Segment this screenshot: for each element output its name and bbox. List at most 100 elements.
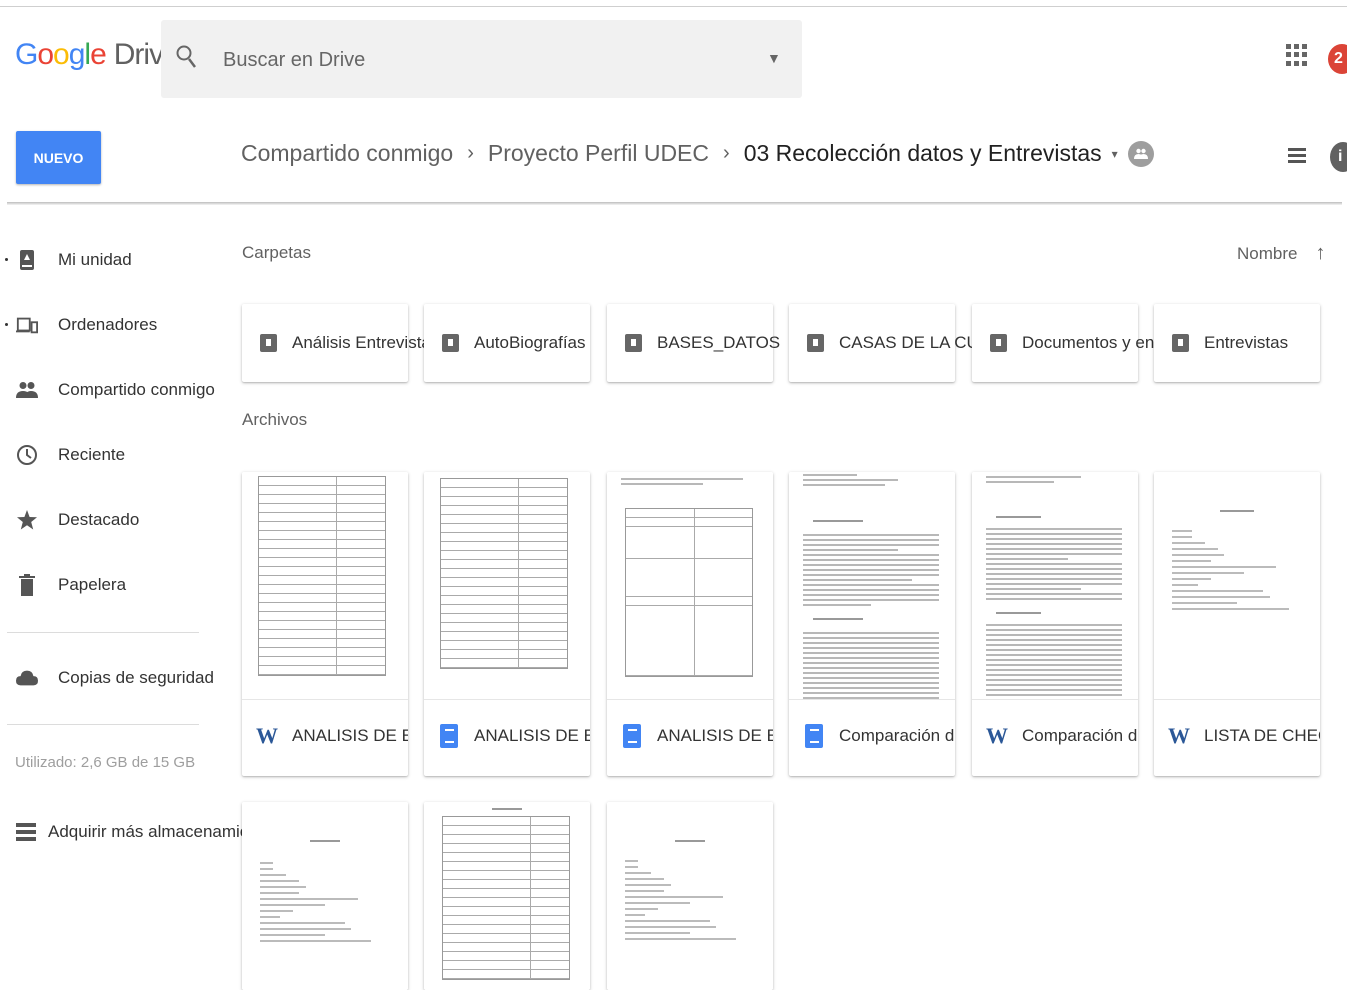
sidebar-item-label: Ordenadores [58, 315, 158, 334]
drive-icon [16, 249, 38, 271]
file-card[interactable]: W Comparación de D... [972, 472, 1138, 776]
computers-icon [16, 314, 38, 336]
file-card[interactable]: ANALISIS DE ENT... [607, 472, 773, 776]
folder-card[interactable]: Análisis Entrevista... [242, 304, 445, 382]
file-thumbnail [242, 472, 408, 700]
file-card[interactable]: Comparación de D... [789, 472, 955, 776]
sidebar-item-label: Mi unidad [58, 250, 132, 269]
sidebar-item-copias[interactable]: Copias de seguridad [0, 658, 214, 698]
file-thumbnail [424, 802, 590, 990]
file-card[interactable] [424, 802, 590, 990]
people-icon [16, 379, 38, 401]
apps-grid-icon[interactable] [1286, 44, 1308, 66]
file-thumbnail [424, 472, 590, 700]
file-name: LISTA DE CHEQUE... [1204, 726, 1320, 745]
file-name: Comparación de D... [839, 726, 955, 745]
file-thumbnail [607, 802, 773, 990]
info-icon[interactable]: i [1330, 142, 1347, 172]
folder-name: Entrevistas [1204, 333, 1289, 352]
logo-letter: G [15, 38, 38, 71]
sidebar-divider [7, 632, 199, 633]
sort-by-name[interactable]: Nombre ↑ [1237, 242, 1325, 265]
clock-icon [16, 444, 38, 466]
shared-folder-icon[interactable] [1127, 140, 1154, 167]
header-divider [7, 202, 1342, 205]
top-border [0, 6, 1347, 7]
sidebar-item-label: Compartido conmigo [58, 380, 215, 399]
file-card[interactable] [607, 802, 773, 990]
logo-letter: o [37, 38, 54, 71]
file-name: ANALISIS DE ENT... [657, 726, 773, 745]
breadcrumb-separator: › [723, 142, 730, 164]
folder-card[interactable]: CASAS DE LA CUL... [789, 304, 1002, 382]
word-file-icon: W [256, 723, 278, 748]
list-view-icon[interactable] [1288, 148, 1306, 166]
file-name: ANALISIS DE ENT... [292, 726, 408, 745]
search-options-dropdown[interactable]: ▼ [767, 50, 781, 66]
folder-card[interactable]: AutoBiografías [424, 304, 590, 382]
buy-storage-link[interactable]: Adquirir más almacenamiento [16, 822, 273, 842]
shared-folder-icon [1172, 334, 1189, 352]
cloud-icon [16, 667, 38, 689]
notifications-badge[interactable]: 2 [1328, 44, 1347, 74]
breadcrumb-item[interactable]: Compartido conmigo [241, 140, 453, 167]
file-thumbnail [789, 472, 955, 700]
sidebar-divider [7, 724, 199, 725]
google-doc-icon [623, 724, 641, 748]
logo-letter: g [68, 38, 86, 71]
file-card[interactable]: W LISTA DE CHEQUE... [1154, 472, 1320, 776]
logo-letter: e [90, 38, 107, 71]
file-name: Comparación de D... [1022, 726, 1138, 745]
folder-name: AutoBiografías [474, 333, 586, 352]
file-card[interactable]: ANALISIS DE ENT... [424, 472, 590, 776]
files-section-title: Archivos [242, 410, 308, 429]
shared-folder-icon [990, 334, 1007, 352]
sidebar-item-papelera[interactable]: Papelera [0, 565, 210, 605]
google-doc-icon [805, 724, 823, 748]
sidebar-item-ordenadores[interactable]: Ordenadores [0, 305, 210, 345]
file-card[interactable]: W ANALISIS DE ENT... [242, 472, 408, 776]
file-thumbnail [607, 472, 773, 700]
search-icon[interactable] [175, 44, 199, 70]
breadcrumb-separator: › [467, 142, 474, 164]
sort-arrow-up-icon[interactable]: ↑ [1315, 242, 1325, 265]
shared-folder-icon [807, 334, 824, 352]
sidebar-item-label: Destacado [58, 510, 140, 529]
logo-letter: o [53, 38, 70, 71]
word-file-icon: W [1168, 723, 1190, 748]
buy-storage-label: Adquirir más almacenamiento [48, 822, 273, 841]
folders-section-title: Carpetas [242, 243, 311, 262]
folder-card[interactable]: Entrevistas [1154, 304, 1320, 382]
storage-icon [16, 823, 36, 841]
sidebar-item-reciente[interactable]: Reciente [0, 435, 210, 475]
sort-label: Nombre [1237, 243, 1298, 263]
search-input[interactable] [223, 46, 743, 74]
star-icon [16, 509, 38, 531]
new-button[interactable]: NUEVO [16, 131, 101, 184]
sidebar-item-label: Copias de seguridad [58, 668, 214, 687]
shared-folder-icon [442, 334, 459, 352]
sidebar-item-label: Papelera [58, 575, 127, 594]
file-card[interactable] [242, 802, 408, 990]
file-thumbnail [242, 802, 408, 990]
breadcrumb: Compartido conmigo › Proyecto Perfil UDE… [241, 140, 1154, 167]
shared-folder-icon [260, 334, 277, 352]
sidebar-item-mi-unidad[interactable]: Mi unidad [0, 240, 210, 280]
folder-card[interactable]: BASES_DATOS [607, 304, 780, 382]
google-drive-logo[interactable]: Google Drive [15, 38, 180, 72]
trash-icon [16, 574, 38, 596]
sidebar-item-destacado[interactable]: Destacado [0, 500, 210, 540]
word-file-icon: W [986, 723, 1008, 748]
search-bar[interactable]: ▼ [161, 20, 802, 98]
folder-card[interactable]: Documentos y ent... [972, 304, 1173, 382]
breadcrumb-item[interactable]: Proyecto Perfil UDEC [488, 140, 709, 167]
google-doc-icon [440, 724, 458, 748]
folder-name: Documentos y ent... [1022, 333, 1174, 352]
file-thumbnail [1154, 472, 1320, 700]
file-thumbnail [972, 472, 1138, 700]
folder-name: Análisis Entrevista... [292, 333, 446, 352]
sidebar-item-compartido[interactable]: Compartido conmigo [0, 370, 215, 410]
chevron-down-icon[interactable]: ▾ [1112, 147, 1118, 161]
people-icon [1133, 148, 1148, 159]
breadcrumb-current[interactable]: 03 Recolección datos y Entrevistas [744, 140, 1102, 167]
